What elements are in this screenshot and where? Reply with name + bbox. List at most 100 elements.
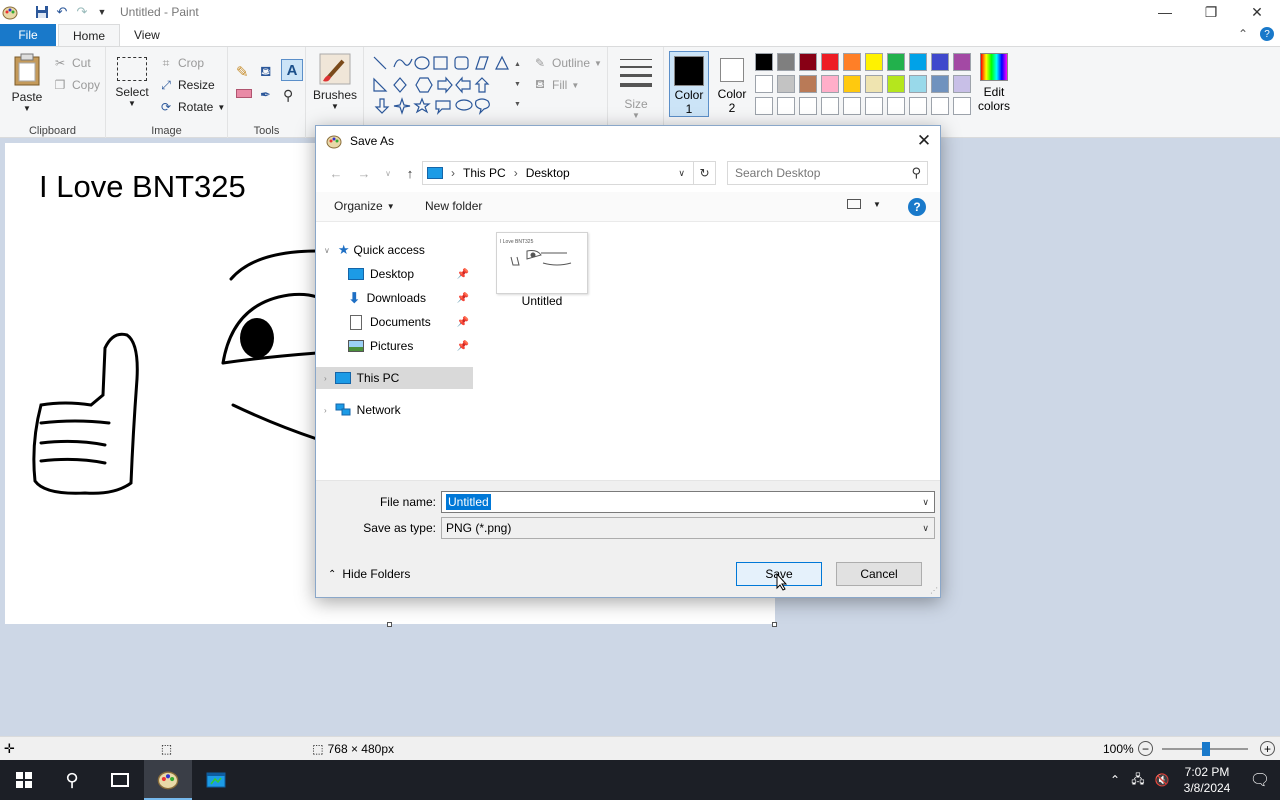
collapse-ribbon-icon[interactable]: ⌃ [1238, 27, 1248, 41]
close-button[interactable]: ✕ [1234, 0, 1280, 24]
search-input[interactable]: Search Desktop ⚲ [727, 161, 928, 185]
palette-swatch[interactable] [777, 97, 795, 115]
palette-swatch[interactable] [821, 53, 839, 71]
magnifier-icon[interactable]: ⚲ [283, 87, 293, 104]
palette-swatch[interactable] [865, 97, 883, 115]
text-tool-icon[interactable]: A [281, 59, 303, 81]
file-item-label[interactable]: Untitled [496, 294, 588, 308]
notifications-icon[interactable]: 🗨 [1240, 770, 1280, 790]
palette-swatch[interactable] [843, 75, 861, 93]
palette-swatch[interactable] [843, 53, 861, 71]
shapes-scroll[interactable]: ▲ ▼ ▼ [514, 55, 521, 115]
palette-swatch[interactable] [931, 53, 949, 71]
color1-button[interactable]: Color 1 [669, 51, 709, 117]
palette-swatch[interactable] [755, 97, 773, 115]
tab-home[interactable]: Home [58, 24, 121, 46]
breadcrumb-desktop[interactable]: Desktop [526, 166, 570, 180]
organize-button[interactable]: Organize ▼ [334, 199, 395, 213]
outline-button[interactable]: ✎ Outline ▼ [532, 55, 602, 71]
network-status-icon[interactable]: 🖧 [1126, 770, 1150, 791]
rotate-button[interactable]: ⟳ Rotate ▼ [158, 99, 225, 115]
cut-button[interactable]: ✂ Cut [52, 55, 91, 71]
search-taskbar-button[interactable]: ⚲ [48, 760, 96, 800]
palette-swatch[interactable] [887, 97, 905, 115]
copy-button[interactable]: ❐ Copy [52, 77, 100, 93]
palette-swatch[interactable] [931, 97, 949, 115]
save-icon[interactable] [32, 2, 52, 22]
paste-dropdown-icon[interactable]: ▼ [6, 104, 48, 113]
nav-desktop[interactable]: Desktop 📌 [316, 263, 473, 285]
palette-swatch[interactable] [953, 75, 971, 93]
recent-locations-icon[interactable]: ∨ [378, 163, 398, 183]
shapes-gallery[interactable] [372, 55, 512, 119]
tab-view[interactable]: View [120, 24, 174, 46]
nav-documents[interactable]: Documents 📌 [316, 311, 473, 333]
tab-file[interactable]: File [0, 24, 56, 46]
file-item-thumbnail[interactable]: I Love BNT325 [496, 232, 588, 294]
size-button[interactable]: Size ▼ [614, 53, 658, 120]
palette-swatch[interactable] [843, 97, 861, 115]
palette-swatch[interactable] [909, 97, 927, 115]
refresh-icon[interactable]: ↻ [693, 162, 715, 184]
customize-quick-access-icon[interactable]: ▼ [92, 2, 112, 22]
forward-arrow-icon[interactable]: → [354, 163, 374, 183]
palette-swatch[interactable] [799, 97, 817, 115]
nav-network[interactable]: › Network [316, 399, 473, 421]
color2-button[interactable]: Color 2 [712, 51, 752, 117]
palette-swatch[interactable] [777, 75, 795, 93]
back-arrow-icon[interactable]: ← [326, 163, 346, 183]
canvas-resize-handle-corner[interactable] [772, 622, 777, 627]
palette-swatch[interactable] [799, 53, 817, 71]
paint-app-icon[interactable] [2, 4, 18, 20]
nav-pictures[interactable]: Pictures 📌 [316, 335, 473, 357]
redo-icon[interactable]: ↷ [72, 2, 92, 22]
fill-button[interactable]: ⛾ Fill ▼ [532, 77, 579, 93]
color-picker-icon[interactable]: ✒ [260, 87, 271, 103]
nav-downloads[interactable]: ⬇ Downloads 📌 [316, 287, 473, 309]
select-dropdown-icon[interactable]: ▼ [112, 99, 152, 108]
up-arrow-icon[interactable]: ↑ [400, 163, 420, 183]
volume-muted-icon[interactable]: 🔇 [1150, 773, 1174, 787]
show-hidden-icons-icon[interactable]: ⌃ [1104, 773, 1126, 787]
palette-swatch[interactable] [777, 53, 795, 71]
palette-swatch[interactable] [909, 75, 927, 93]
save-as-type-select[interactable]: PNG (*.png) ∨ [441, 517, 935, 539]
palette-swatch[interactable] [887, 75, 905, 93]
breadcrumb-this-pc[interactable]: This PC [463, 166, 506, 180]
palette-swatch[interactable] [953, 97, 971, 115]
paste-button[interactable]: Paste ▼ [6, 53, 48, 113]
minimize-button[interactable]: — [1142, 0, 1188, 24]
zoom-out-button[interactable]: − [1138, 741, 1153, 756]
taskbar-paint[interactable] [144, 760, 192, 800]
resize-button[interactable]: ⤢ Resize [158, 77, 215, 93]
palette-swatch[interactable] [865, 53, 883, 71]
palette-swatch[interactable] [865, 75, 883, 93]
palette-swatch[interactable] [799, 75, 817, 93]
file-name-input[interactable]: Untitled ∨ [441, 491, 935, 513]
maximize-button[interactable]: ❐ [1188, 0, 1234, 24]
crop-button[interactable]: ⌗ Crop [158, 55, 204, 71]
task-view-button[interactable] [96, 760, 144, 800]
undo-icon[interactable]: ↶ [52, 2, 72, 22]
cancel-button[interactable]: Cancel [836, 562, 922, 586]
palette-swatch[interactable] [755, 75, 773, 93]
palette-swatch[interactable] [931, 75, 949, 93]
palette-swatch[interactable] [755, 53, 773, 71]
fill-bucket-icon[interactable]: ⛾ [260, 63, 271, 82]
hide-folders-button[interactable]: ⌃ Hide Folders [328, 567, 410, 581]
start-button[interactable] [0, 760, 48, 800]
zoom-slider-thumb[interactable] [1202, 742, 1210, 756]
help-button[interactable]: ? [908, 198, 926, 216]
brushes-button[interactable]: Brushes ▼ [312, 53, 358, 111]
pencil-icon[interactable]: ✎ [236, 63, 249, 81]
select-button[interactable]: Select ▼ [112, 55, 152, 108]
address-dropdown-icon[interactable]: ∨ [678, 168, 685, 179]
edit-colors-button[interactable]: Edit colors [972, 53, 1016, 113]
help-icon[interactable]: ? [1260, 27, 1274, 41]
nav-quick-access[interactable]: ∨ ★ Quick access [316, 239, 473, 261]
palette-swatch[interactable] [887, 53, 905, 71]
view-options-button[interactable]: ▼ [847, 199, 881, 209]
new-folder-button[interactable]: New folder [425, 199, 482, 213]
eraser-icon[interactable] [236, 89, 252, 98]
clock[interactable]: 7:02 PM 3/8/2024 [1174, 764, 1240, 796]
